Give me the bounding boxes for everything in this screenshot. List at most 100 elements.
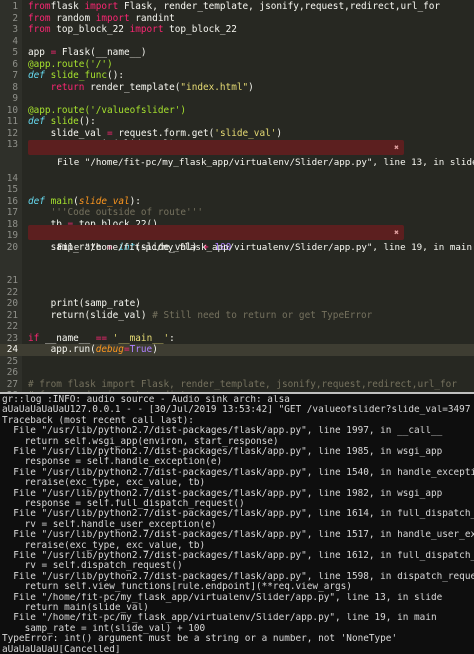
terminal-line: aUaUaUaUaU[Cancelled]: [2, 644, 121, 654]
terminal-line: aUaUaUaUaUaU127.0.0.1 - - [30/Jul/2019 1…: [2, 405, 471, 416]
code-token: '__main__': [112, 332, 170, 344]
terminal-line: File "/usr/lib/python2.7/dist-packages/f…: [2, 426, 443, 437]
code-text: @app.route('/valueofslider'): [28, 105, 186, 117]
code-editor[interactable]: 1 fromflask import Flask, render_template…: [0, 0, 474, 392]
code-token: render_template(: [84, 81, 181, 93]
code-line[interactable]: 5 app = Flask(__name__): [0, 47, 474, 59]
code-line[interactable]: 22: [0, 321, 474, 333]
terminal-line: File "/usr/lib/python2.7/dist-packages/f…: [2, 530, 474, 541]
code-line[interactable]: 6 @app.route('/'): [0, 59, 474, 71]
code-token: ): [152, 344, 158, 355]
code-line[interactable]: 20 print(samp_rate): [0, 298, 474, 310]
close-icon[interactable]: ✖: [394, 225, 399, 240]
code-token: randint: [129, 12, 175, 24]
code-line[interactable]: 14: [0, 173, 474, 185]
code-text: '''Code outside of route''': [28, 207, 203, 219]
code-token: # Still need to return or get TypeError: [152, 309, 373, 321]
code-line[interactable]: 7 def slide_func():: [0, 70, 474, 82]
terminal-line: return self.wsgi_app(environ, start_resp…: [2, 436, 279, 447]
terminal-panel[interactable]: gr::log :INFO: audio source - Audio sink…: [0, 394, 474, 654]
code-line[interactable]: 9: [0, 93, 474, 105]
code-token: import: [129, 24, 164, 35]
code-line[interactable]: 11 def slide():: [0, 116, 474, 128]
code-line[interactable]: 16 def main(slide_val):: [0, 196, 474, 208]
code-token: slide: [50, 116, 79, 127]
code-token: debug: [95, 344, 124, 355]
line-number: 11: [6, 116, 18, 127]
terminal-line: reraise(exc_type, exc_value, tb): [2, 478, 206, 489]
code-text: return render_template("index.html"): [28, 82, 254, 94]
code-token: "index.html": [180, 81, 249, 93]
line-number: 20: [6, 241, 18, 253]
line-number: 27: [6, 378, 18, 390]
code-token: app: [28, 47, 51, 58]
line-number: 2: [12, 12, 18, 24]
code-line[interactable]: 2 from random import randint: [0, 13, 474, 25]
line-number: 21: [6, 275, 18, 286]
code-token: from: [28, 24, 51, 35]
code-token: Flask(__name__): [56, 47, 147, 58]
line-number: 12: [6, 127, 18, 139]
line-number: 6: [12, 58, 18, 70]
terminal-line: response = self.handle_exception(e): [2, 457, 223, 468]
code-token: request.form.get(: [112, 127, 215, 139]
line-number: 10: [6, 104, 18, 116]
code-line[interactable]: 24 app.run(debug=True): [0, 344, 474, 356]
code-token: slide_val: [78, 195, 130, 207]
code-token: __name__: [39, 332, 96, 344]
line-number: 18: [6, 218, 18, 230]
line-number: 23: [6, 332, 18, 344]
line-number: 17: [6, 207, 18, 218]
close-icon[interactable]: ✖: [394, 140, 399, 155]
code-line[interactable]: 22: [0, 287, 474, 299]
code-line[interactable]: 27 # from flask import Flask, render_temp…: [0, 379, 474, 391]
code-token: main: [50, 195, 74, 207]
code-line[interactable]: 1 fromflask import Flask, render_template…: [0, 1, 474, 13]
terminal-line: samp_rate = int(slide_val) + 100: [2, 623, 206, 634]
code-token: def: [28, 70, 45, 81]
line-number: 22: [6, 286, 18, 298]
code-token: ):: [129, 195, 141, 207]
terminal-line: File "/usr/lib/python2.7/dist-packages/f…: [2, 509, 474, 520]
line-number: 16: [6, 195, 18, 207]
code-token: slide_val: [28, 127, 108, 139]
code-text: from random import randint: [28, 13, 175, 25]
code-line[interactable]: 12 slide_val = request.form.get('slide_v…: [0, 128, 474, 140]
code-token: import: [95, 12, 130, 24]
line-number: 4: [12, 35, 18, 47]
code-line[interactable]: 23 if __name__ == '__main__':: [0, 333, 474, 345]
code-text: return(slide_val) # Still need to return…: [28, 309, 373, 322]
code-token: print(samp_rate): [28, 298, 141, 309]
code-text: # from flask import Flask, render_templa…: [28, 379, 457, 391]
inline-error-annotation[interactable]: File "/home/fit-pc/my_flask_app/virtuale…: [28, 140, 474, 168]
code-token: @app.route('/'): [28, 58, 113, 70]
code-token: Flask, render_template, jsonify,request,…: [118, 1, 441, 12]
error-message: File "/home/fit-pc/my_flask_app/virtuale…: [57, 242, 472, 253]
code-line[interactable]: 4: [0, 36, 474, 48]
code-text: def slide_func():: [28, 70, 124, 82]
code-token: ): [248, 81, 254, 93]
line-number: 19: [6, 230, 18, 241]
code-line[interactable]: 8 return render_template("index.html"): [0, 82, 474, 94]
code-line[interactable]: 15: [0, 184, 474, 196]
code-line[interactable]: 21: [0, 275, 474, 287]
code-line[interactable]: 3 from top_block_22 import top_block_22: [0, 24, 474, 36]
terminal-line: File "/usr/lib/python2.7/dist-packages/f…: [2, 467, 474, 478]
code-token: :: [169, 332, 175, 344]
code-text: if __name__ == '__main__':: [28, 333, 175, 345]
code-line[interactable]: 26: [0, 367, 474, 379]
inline-error-annotation[interactable]: File "/home/fit-pc/my_flask_app/virtuale…: [28, 225, 472, 253]
terminal-line: File "/usr/lib/python2.7/dist-packages/f…: [2, 488, 443, 499]
code-line[interactable]: 17 '''Code outside of route''': [0, 207, 474, 219]
code-line[interactable]: 25: [0, 356, 474, 368]
line-number: 9: [12, 93, 18, 104]
line-number: 25: [6, 355, 18, 367]
code-token: ): [276, 127, 283, 139]
code-line[interactable]: 10 @app.route('/valueofslider'): [0, 105, 474, 117]
code-line[interactable]: 21 return(slide_val) # Still need to ret…: [0, 310, 474, 322]
code-token: from: [28, 12, 51, 24]
code-token: top_block_22: [163, 24, 237, 35]
code-token: @app.route('/valueofslider'): [28, 104, 187, 116]
